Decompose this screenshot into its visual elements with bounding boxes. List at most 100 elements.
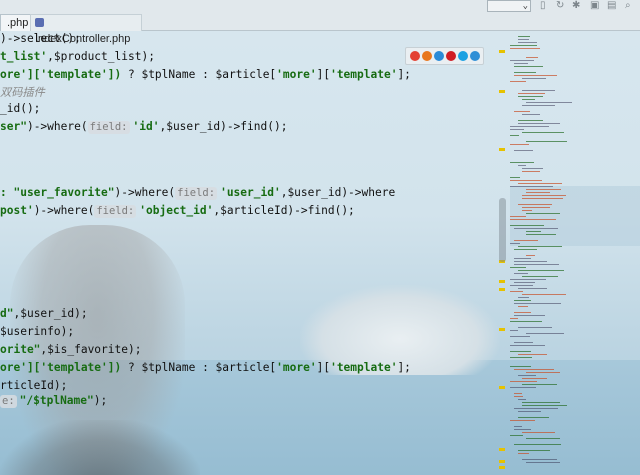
minimap-line — [514, 240, 538, 241]
minimap-line — [510, 351, 531, 352]
warning-marker[interactable] — [499, 280, 505, 283]
code-line[interactable]: e: "/$tplName"); — [0, 392, 107, 410]
opera-icon[interactable] — [446, 51, 456, 61]
minimap-line — [518, 96, 543, 97]
minimap-line — [518, 327, 552, 328]
minimap-line — [518, 450, 550, 451]
minimap-line — [514, 300, 531, 301]
safari-icon[interactable] — [434, 51, 444, 61]
minimap-line — [514, 282, 535, 283]
ie-icon[interactable] — [458, 51, 468, 61]
edge-icon[interactable] — [470, 51, 480, 61]
minimap-line — [510, 387, 536, 388]
firefox-icon[interactable] — [422, 51, 432, 61]
minimap-line — [510, 435, 523, 436]
stop-icon[interactable]: ▣ — [590, 1, 600, 11]
code-line[interactable]: _id(); — [0, 100, 40, 118]
minimap-line — [510, 381, 537, 382]
minimap-line — [522, 90, 555, 91]
code-line[interactable]: orite",$is_favorite); — [0, 341, 141, 359]
minimap-line — [514, 111, 530, 112]
code-line[interactable]: ser")->where(field:'id',$user_id)->find(… — [0, 118, 287, 136]
minimap-line — [522, 171, 540, 172]
run-config-dropdown[interactable]: ⌄ — [487, 0, 531, 12]
warning-marker[interactable] — [499, 328, 505, 331]
minimap-line — [518, 270, 564, 271]
code-line[interactable]: $userinfo); — [0, 323, 74, 341]
warning-marker[interactable] — [499, 448, 505, 451]
code-token: ? $tplName : $article[ — [121, 361, 277, 374]
minimap-line — [526, 231, 541, 232]
minimap-line — [510, 162, 534, 163]
code-line[interactable]: t_list',$product_list); — [0, 48, 155, 66]
minimap-line — [514, 444, 561, 445]
minimap-line — [518, 399, 526, 400]
editor-scrollbar[interactable] — [499, 198, 506, 262]
minimap-line — [518, 120, 543, 121]
chrome-icon[interactable] — [410, 51, 420, 61]
minimap-line — [522, 402, 560, 403]
code-line[interactable]: ore']['template']) ? $tplName : $article… — [0, 66, 411, 84]
minimap-line — [526, 57, 538, 58]
warning-marker[interactable] — [499, 386, 505, 389]
debug-icon[interactable]: ✱ — [572, 1, 582, 11]
minimap-line — [514, 249, 537, 250]
code-token: )->where( — [114, 186, 176, 199]
warning-marker[interactable] — [499, 148, 505, 151]
code-token: ,$articleId)->find(); — [213, 204, 355, 217]
minimap-line — [518, 39, 529, 40]
code-line[interactable]: ore']['template']) ? $tplName : $article… — [0, 359, 411, 377]
editor-tab-bar: .php× IndexController.php ⌄ ▯ ↻ ✱ ▣ ▤ ⌕ — [0, 0, 640, 45]
minimap-line — [526, 189, 561, 190]
code-token: _id(); — [0, 102, 41, 115]
chevron-down-icon: ⌄ — [522, 1, 528, 11]
minimap-line — [522, 198, 563, 199]
minimap-line — [522, 168, 543, 169]
minimap-line — [518, 36, 530, 37]
minimap-line — [526, 234, 556, 235]
minimap-line — [518, 375, 536, 376]
minimap-line — [522, 276, 558, 277]
code-minimap[interactable] — [510, 30, 640, 475]
minimap-line — [510, 318, 518, 319]
code-token: ,$user_id); — [13, 307, 88, 320]
code-token: ]; — [397, 361, 411, 374]
minimap-line — [514, 429, 531, 430]
warning-marker[interactable] — [499, 90, 505, 93]
bookmark-icon[interactable]: ▯ — [540, 1, 550, 11]
minimap-line — [510, 336, 530, 337]
open-in-browser-popup — [405, 47, 484, 65]
minimap-line — [526, 255, 535, 256]
code-token: $userinfo); — [0, 325, 75, 338]
minimap-line — [510, 126, 549, 127]
code-line[interactable]: : "user_favorite")->where(field:'user_id… — [0, 184, 395, 202]
code-line[interactable]: d",$user_id); — [0, 305, 88, 323]
code-line[interactable]: )->select(); — [0, 30, 81, 48]
warning-marker[interactable] — [499, 288, 505, 291]
warning-marker[interactable] — [499, 50, 505, 53]
string-token: 'user_id' — [220, 186, 281, 199]
code-token: )->select(); — [0, 32, 81, 45]
minimap-line — [510, 129, 524, 130]
rerun-icon[interactable]: ↻ — [556, 1, 566, 11]
code-token: ][ — [316, 68, 331, 81]
parameter-hint: field: — [175, 187, 218, 200]
minimap-line — [522, 459, 557, 460]
code-token: ,$user_id)->where — [280, 186, 396, 199]
search-icon[interactable]: ⌕ — [625, 1, 635, 11]
warning-marker[interactable] — [499, 460, 505, 463]
warning-marker[interactable] — [499, 466, 505, 469]
parameter-hint: field: — [87, 121, 130, 134]
sync-icon[interactable]: ▤ — [607, 1, 617, 11]
minimap-line — [522, 78, 546, 79]
tab-index-controller[interactable]: IndexController.php — [30, 14, 142, 45]
minimap-line — [514, 261, 547, 262]
code-line[interactable]: post')->where(field:'object_id',$article… — [0, 202, 355, 220]
minimap-line — [514, 75, 557, 76]
minimap-line — [518, 306, 528, 307]
minimap-line — [518, 93, 545, 94]
string-token: post' — [0, 204, 34, 217]
minimap-line — [518, 165, 526, 166]
minimap-line — [514, 342, 533, 343]
minimap-line — [510, 357, 532, 358]
